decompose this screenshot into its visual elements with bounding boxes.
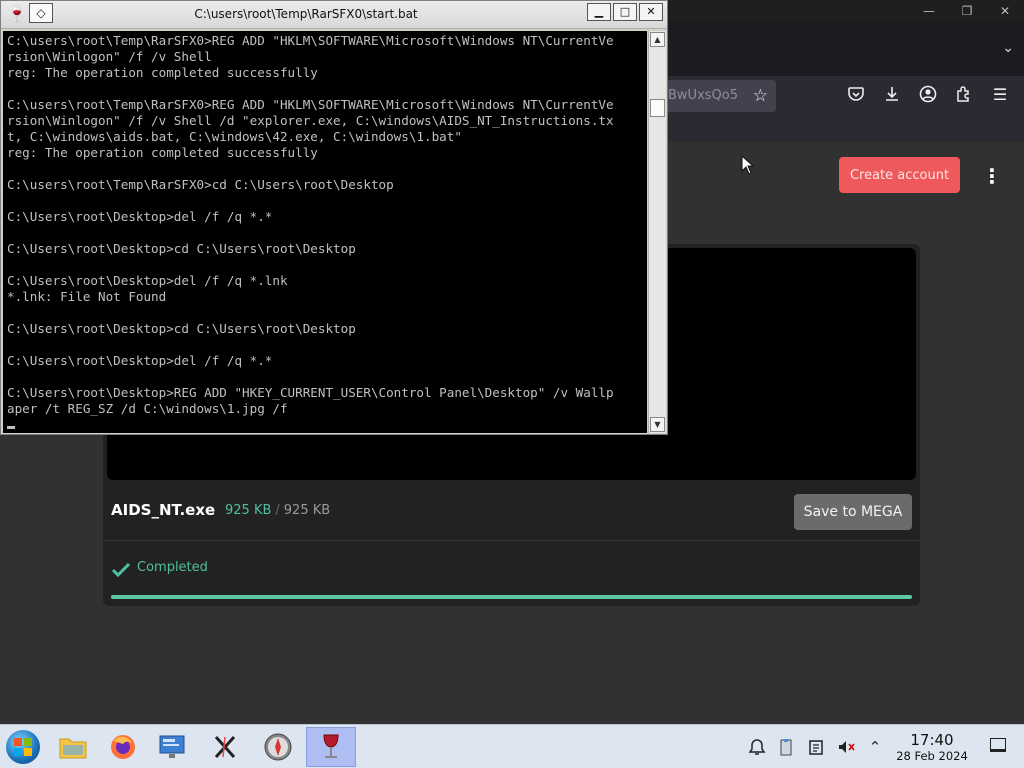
total-size: 925 KB (283, 503, 331, 518)
desktop: — ❐ ✕ ⌄ BwUxsQo5 ☆ ☰ Create account ⋮ AI… (0, 0, 1024, 768)
folder-icon (59, 738, 87, 759)
download-status: Completed (137, 560, 208, 575)
notes-tray-icon[interactable] (806, 737, 826, 757)
taskbar-file-manager[interactable] (48, 727, 98, 767)
check-icon (111, 562, 131, 578)
taskbar-control-panel[interactable] (148, 727, 198, 767)
download-progress-bar (111, 595, 912, 599)
scroll-up-arrow-icon[interactable]: ▲ (650, 32, 665, 47)
url-bar[interactable]: BwUxsQo5 ☆ (650, 80, 776, 112)
show-desktop-icon[interactable] (990, 738, 1006, 752)
file-name: AIDS_NT.exe (111, 501, 216, 519)
console-line: reg: The operation completed successfull… (7, 145, 318, 160)
clock-date[interactable]: 28 Feb 2024 (890, 749, 974, 763)
account-icon[interactable] (918, 85, 938, 105)
console-line: t, C:\windows\aids.bat, C:\windows\42.ex… (7, 129, 462, 144)
scroll-thumb[interactable] (650, 99, 665, 117)
hamburger-menu-icon[interactable]: ☰ (990, 85, 1010, 105)
cmd-titlebar[interactable]: 🍷 ◇ C:\users\root\Temp\RarSFX0\start.bat… (1, 1, 667, 29)
wine-glass-taskbar-icon (323, 734, 339, 758)
console-line: rsion\Winlogon" /f /v Shell /d "explorer… (7, 113, 614, 128)
clock-time[interactable]: 17:40 (900, 731, 964, 749)
tray-expand-chevron-icon[interactable]: ⌃ (865, 737, 885, 757)
taskbar-x-app[interactable] (200, 727, 250, 767)
console-line: C:\Users\root\Desktop>cd C:\Users\root\D… (7, 321, 356, 336)
downloads-icon[interactable] (882, 85, 902, 105)
console-scrollbar[interactable]: ▲ ▼ (648, 31, 666, 433)
console-line: aper /t REG_SZ /d C:\windows\1.jpg /f (7, 401, 288, 416)
volume-muted-icon[interactable] (836, 737, 856, 757)
cmd-window[interactable]: 🍷 ◇ C:\users\root\Temp\RarSFX0\start.bat… (0, 0, 668, 435)
windows-logo-icon (14, 738, 32, 756)
console-line: C:\users\root\Temp\RarSFX0>REG ADD "HKLM… (7, 97, 614, 112)
console-cursor (7, 426, 15, 429)
pocket-icon[interactable] (846, 85, 866, 105)
console-line: C:\Users\root\Desktop>REG ADD "HKEY_CURR… (7, 385, 614, 400)
firefox-close-icon[interactable]: ✕ (986, 0, 1024, 22)
console-line: *.lnk: File Not Found (7, 289, 167, 304)
console-line: reg: The operation completed successfull… (7, 65, 318, 80)
firefox-minimize-icon[interactable]: — (910, 0, 948, 22)
compass-icon (264, 733, 292, 761)
mouse-cursor-icon (741, 155, 755, 175)
monitor-settings-icon (159, 735, 185, 758)
cmd-close-icon[interactable]: ✕ (639, 3, 663, 21)
download-progress-fill (111, 595, 912, 599)
console-line: C:\Users\root\Desktop>del /f /q *.lnk (7, 273, 288, 288)
card-divider (103, 540, 920, 541)
x-logo-icon (214, 735, 236, 759)
taskbar-firefox[interactable] (98, 727, 148, 767)
console-line: C:\users\root\Temp\RarSFX0>cd C:\Users\r… (7, 177, 394, 192)
clipboard-tray-icon[interactable] (776, 737, 796, 757)
console-output[interactable]: C:\users\root\Temp\RarSFX0>REG ADD "HKLM… (3, 31, 647, 433)
tab-list-chevron-icon[interactable]: ⌄ (1002, 40, 1014, 56)
console-line: C:\Users\root\Desktop>del /f /q *.* (7, 209, 273, 224)
extensions-icon[interactable] (954, 85, 974, 105)
console-line: C:\Users\root\Desktop>del /f /q *.* (7, 353, 273, 368)
firefox-icon (111, 735, 135, 759)
file-size: 925 KB/925 KB (225, 503, 330, 518)
more-options-icon[interactable]: ⋮ (980, 164, 1004, 188)
create-account-button[interactable]: Create account (839, 157, 960, 193)
console-text: C:\users\root\Temp\RarSFX0>REG ADD "HKLM… (7, 33, 614, 433)
start-button[interactable] (6, 730, 40, 764)
console-line: rsion\Winlogon" /f /v Shell (7, 49, 212, 64)
cmd-maximize-icon[interactable]: □ (613, 3, 637, 21)
scroll-down-arrow-icon[interactable]: ▼ (650, 417, 665, 432)
console-line: C:\Users\root\Desktop>cd C:\Users\root\D… (7, 241, 356, 256)
firefox-restore-icon[interactable]: ❐ (948, 0, 986, 22)
console-line (7, 417, 614, 433)
taskbar-wine-cmd[interactable] (306, 727, 356, 767)
network-alert-icon[interactable] (747, 737, 767, 757)
taskbar-compass-app[interactable] (253, 727, 303, 767)
url-text: BwUxsQo5 (668, 88, 738, 103)
console-line: C:\users\root\Temp\RarSFX0>REG ADD "HKLM… (7, 33, 614, 48)
size-separator: / (275, 503, 280, 518)
downloaded-size: 925 KB (225, 503, 272, 518)
cmd-window-title: C:\users\root\Temp\RarSFX0\start.bat (194, 7, 418, 21)
save-to-mega-button[interactable]: Save to MEGA (794, 494, 912, 530)
cmd-minimize-icon[interactable]: ▁ (587, 3, 611, 21)
bookmark-star-icon[interactable]: ☆ (753, 86, 768, 106)
taskbar: ⌃ 17:40 28 Feb 2024 (0, 724, 1024, 768)
